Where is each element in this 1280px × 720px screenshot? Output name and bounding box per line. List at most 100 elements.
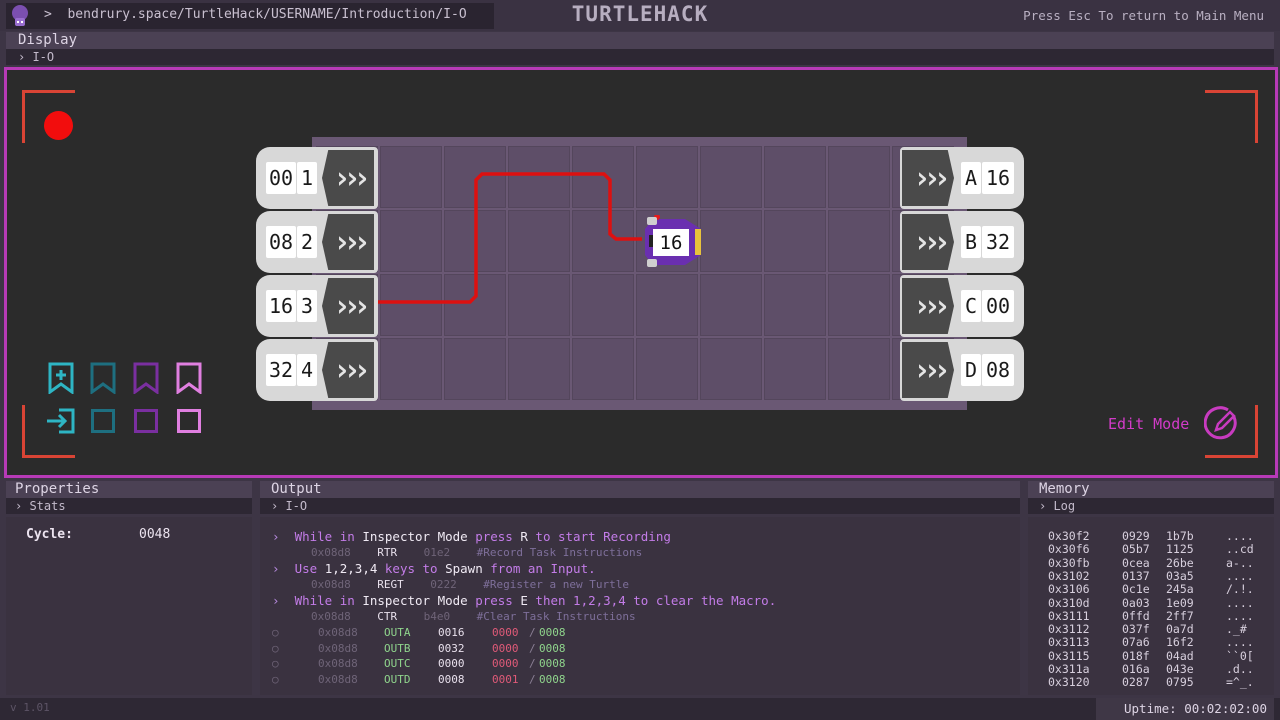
turtle-logo-icon — [12, 5, 28, 26]
board-cell[interactable] — [700, 338, 762, 400]
board-cell[interactable] — [636, 338, 698, 400]
chevron-right-icon: ››› — [322, 150, 374, 206]
board-cell[interactable] — [700, 210, 762, 272]
record-indicator — [44, 111, 73, 140]
board-cell[interactable] — [828, 338, 890, 400]
memory-cell: 1b7b — [1166, 529, 1194, 543]
board-cell[interactable] — [636, 146, 698, 208]
board-cell[interactable] — [700, 146, 762, 208]
output-c-name: C — [961, 290, 981, 322]
memory-cell: 26be — [1166, 555, 1194, 570]
register-cell: OUTA — [384, 626, 411, 639]
chevron-right-icon: ››› — [322, 342, 374, 398]
edit-pencil-icon[interactable] — [1204, 405, 1240, 441]
memory-cell: 1e09 — [1166, 595, 1194, 610]
chevron-right-icon: ››› — [322, 278, 374, 334]
memory-cell: 0x310d — [1048, 595, 1090, 610]
memory-cell: .d.. — [1226, 662, 1254, 676]
memory-cell: 0x30fb — [1048, 555, 1090, 570]
board-cell[interactable] — [508, 338, 570, 400]
bookmark-icon[interactable] — [90, 362, 116, 394]
input-4-address: 32 — [266, 354, 296, 386]
board-cell[interactable] — [764, 210, 826, 272]
board-cell[interactable] — [508, 210, 570, 272]
memory-cell: 0929 — [1122, 529, 1150, 543]
output-code-line: 0x08d8 REGT 0222 #Register a new Turtle — [311, 578, 629, 591]
memory-cell: 07a6 — [1122, 635, 1150, 650]
board-cell[interactable] — [828, 274, 890, 336]
board-cell[interactable] — [764, 146, 826, 208]
register-cell: 0000 — [492, 626, 519, 639]
output-d[interactable]: ››› D 08 — [900, 339, 1024, 401]
board-cell[interactable] — [572, 274, 634, 336]
register-cell: 0x08d8 — [318, 626, 358, 639]
register-cell: 0000 — [492, 657, 519, 670]
bookmark-icon[interactable] — [133, 362, 159, 394]
game-board[interactable] — [312, 137, 967, 410]
memory-cell: .... — [1226, 608, 1254, 623]
register-cell: 0016 — [438, 626, 465, 639]
bookmark-add-icon[interactable] — [48, 362, 74, 394]
board-cell[interactable] — [444, 146, 506, 208]
memory-cell: ..cd — [1226, 542, 1254, 557]
edit-mode-label[interactable]: Edit Mode — [1108, 415, 1189, 433]
board-cell[interactable] — [572, 146, 634, 208]
register-cell: 0x08d8 — [318, 657, 358, 670]
output-a-value: 16 — [982, 162, 1014, 194]
properties-header: Properties — [6, 481, 252, 498]
memory-cell: 16f2 — [1166, 635, 1194, 650]
display-header: Display — [6, 32, 1274, 49]
input-4[interactable]: 32 4 ››› — [256, 339, 378, 401]
memory-cell: 0x3115 — [1048, 648, 1090, 663]
board-cell[interactable] — [764, 274, 826, 336]
output-subheader: › I-O — [260, 498, 1020, 514]
memory-header: Memory — [1028, 481, 1274, 498]
output-header: Output — [260, 481, 1020, 498]
memory-cell: 0x3113 — [1048, 635, 1090, 650]
input-3-number: 3 — [297, 290, 317, 322]
register-cell: 0008 — [438, 672, 465, 686]
bookmark-icon[interactable] — [176, 362, 202, 394]
register-cell: OUTD — [384, 672, 411, 686]
slot-icon[interactable] — [134, 409, 158, 433]
memory-cell: .... — [1226, 595, 1254, 610]
board-cell[interactable] — [508, 274, 570, 336]
display-breadcrumb: › I-O — [18, 50, 55, 64]
memory-subheader: › Log — [1028, 498, 1274, 514]
board-cell[interactable] — [444, 274, 506, 336]
output-d-value: 08 — [982, 354, 1014, 386]
board-cell[interactable] — [380, 338, 442, 400]
chevron-right-icon: ››› — [322, 214, 374, 270]
login-icon[interactable] — [45, 408, 75, 434]
slot-icon[interactable] — [91, 409, 115, 433]
slot-icon[interactable] — [177, 409, 201, 433]
board-cell[interactable] — [444, 210, 506, 272]
board-cell[interactable] — [828, 146, 890, 208]
input-3[interactable]: 16 3 ››› — [256, 275, 378, 337]
register-cell: / — [529, 641, 536, 655]
cycle-value: 0048 — [139, 527, 171, 542]
board-cell[interactable] — [380, 146, 442, 208]
output-b[interactable]: ››› B 32 — [900, 211, 1024, 273]
register-cell: / — [529, 672, 536, 686]
board-cell[interactable] — [508, 146, 570, 208]
input-2[interactable]: 08 2 ››› — [256, 211, 378, 273]
input-2-address: 08 — [266, 226, 296, 258]
memory-cell: 0x3111 — [1048, 608, 1090, 623]
board-cell[interactable] — [444, 338, 506, 400]
board-cell[interactable] — [380, 274, 442, 336]
register-cell: 0008 — [539, 672, 566, 686]
register-cell: 0032 — [438, 641, 465, 655]
board-cell[interactable] — [828, 210, 890, 272]
board-cell[interactable] — [572, 210, 634, 272]
memory-cell: 0a7d — [1166, 622, 1194, 637]
output-a[interactable]: ››› A 16 — [900, 147, 1024, 209]
input-1[interactable]: 00 1 ››› — [256, 147, 378, 209]
board-cell[interactable] — [700, 274, 762, 336]
board-cell[interactable] — [572, 338, 634, 400]
board-cell[interactable] — [380, 210, 442, 272]
board-cell[interactable] — [636, 274, 698, 336]
output-c[interactable]: ››› C 00 — [900, 275, 1024, 337]
memory-cell: =^_. — [1226, 675, 1254, 690]
board-cell[interactable] — [764, 338, 826, 400]
